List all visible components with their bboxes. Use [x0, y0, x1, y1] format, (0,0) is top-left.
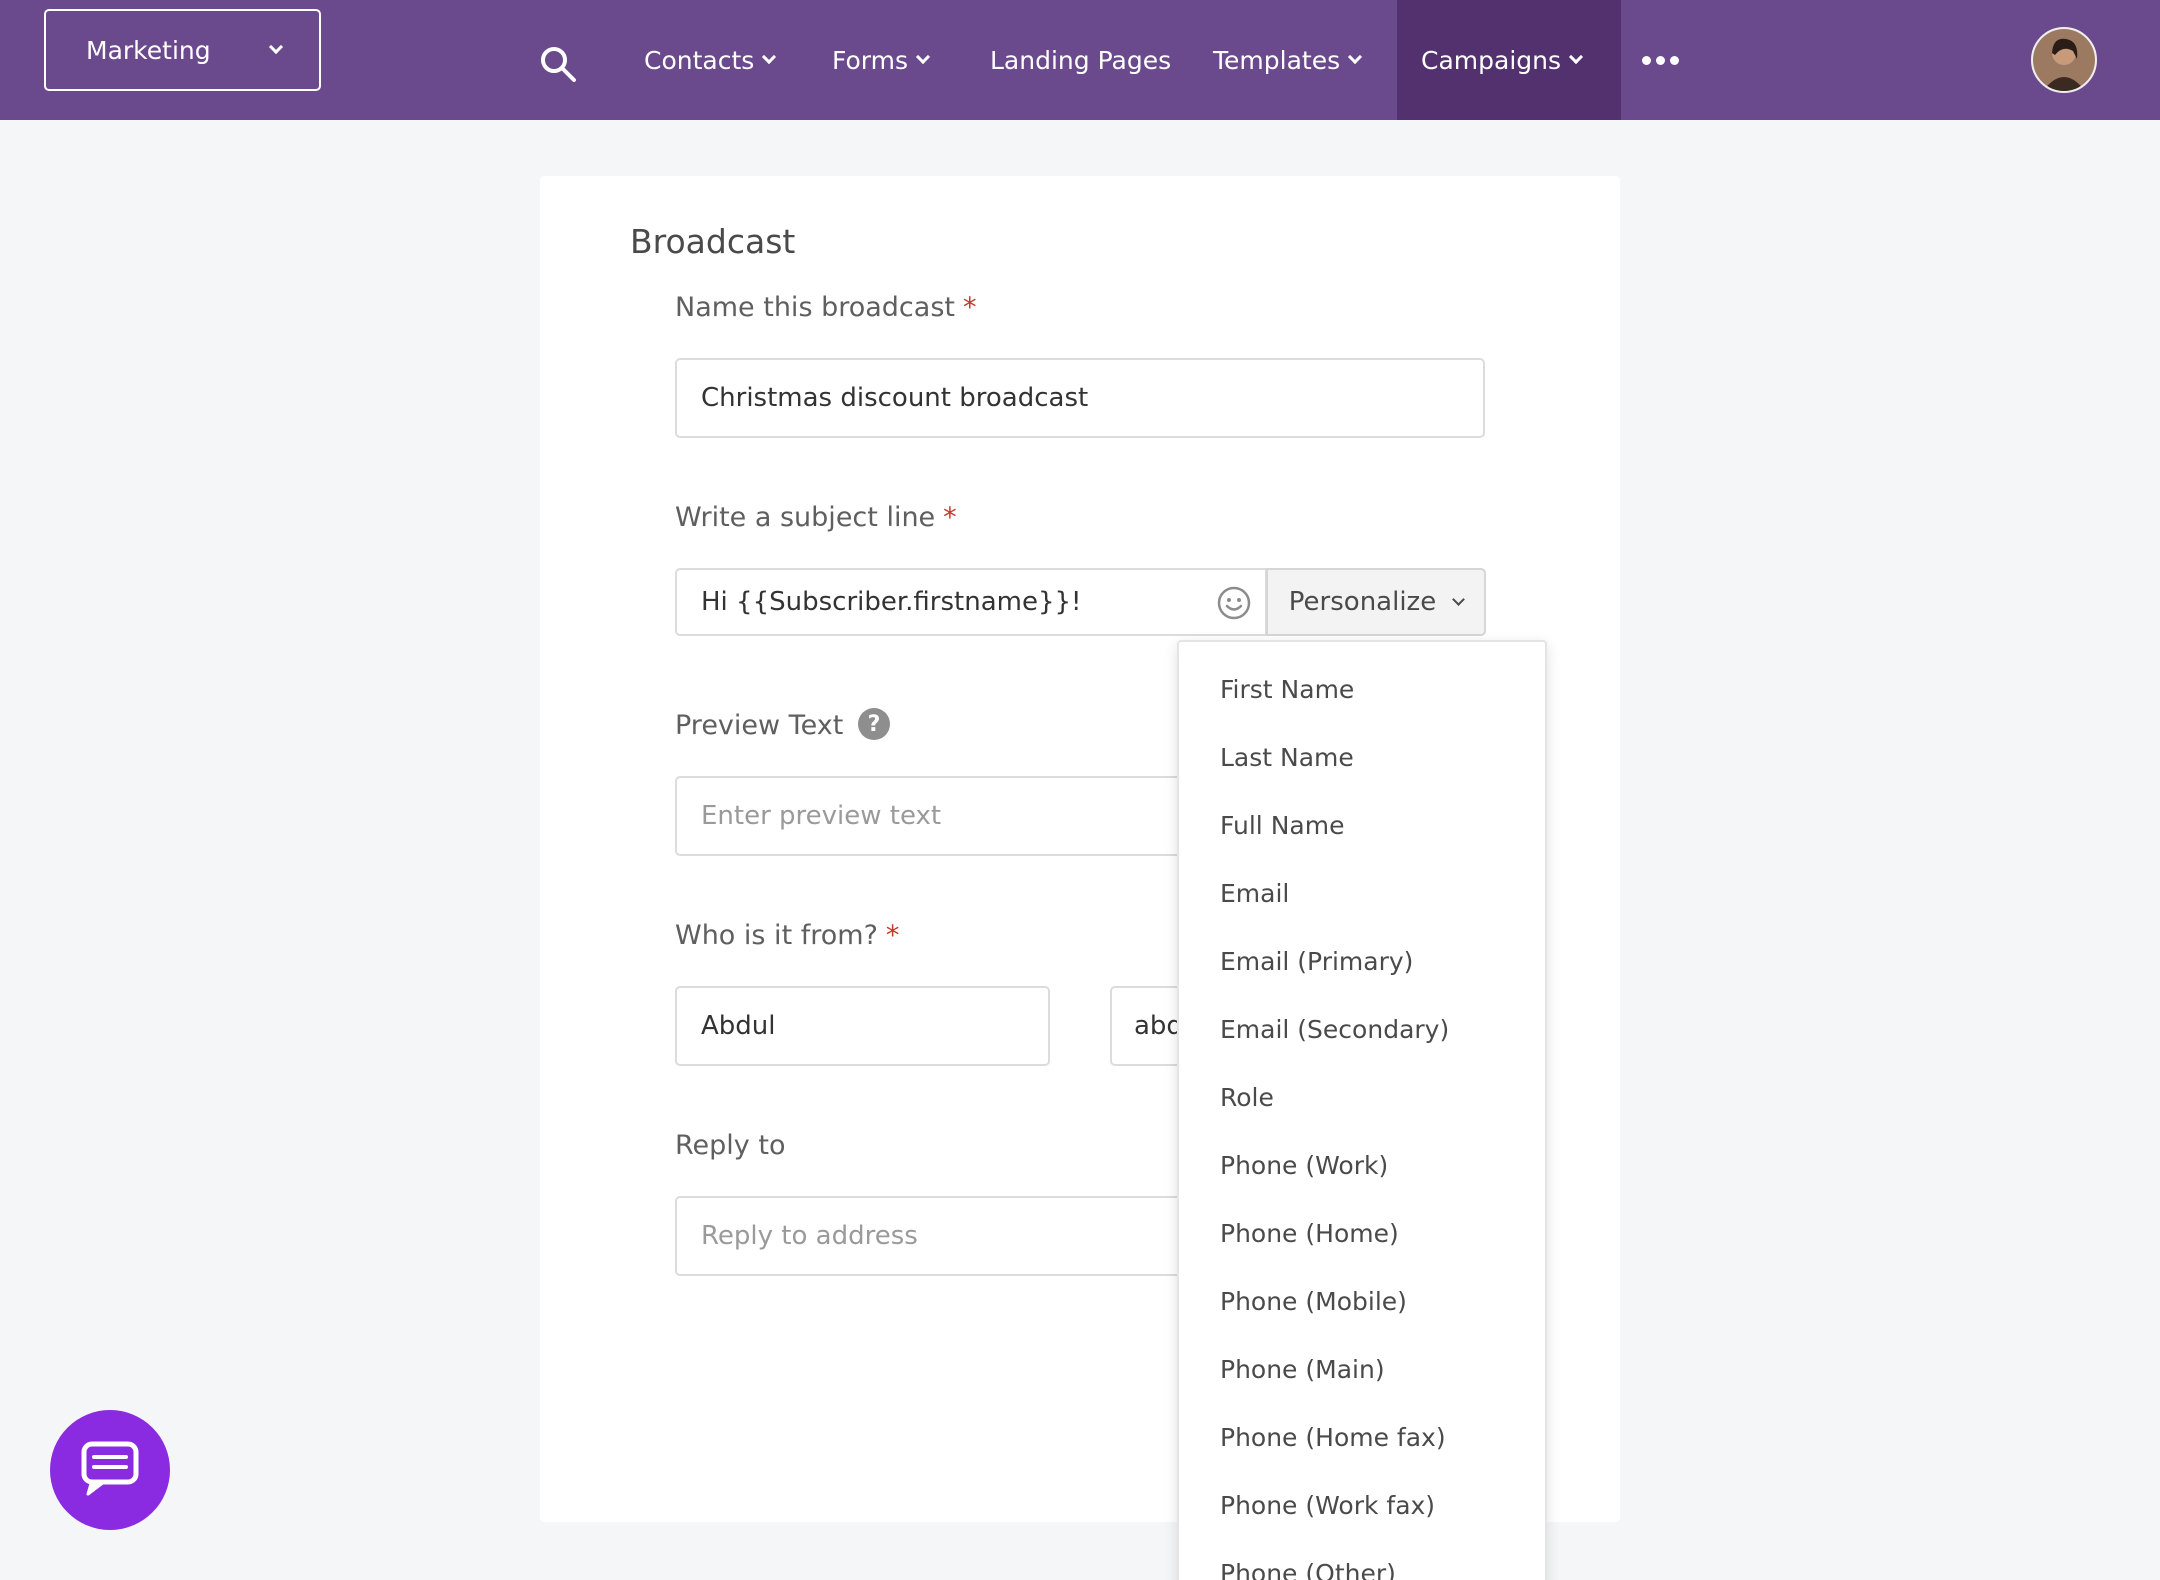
nav-contacts-label: Contacts: [644, 45, 755, 75]
menu-item-phone-work-fax[interactable]: Phone (Work fax): [1220, 1491, 1435, 1520]
preview-text-input[interactable]: [675, 776, 1195, 856]
more-options-icon[interactable]: [1642, 56, 1679, 65]
subject-label: Write a subject line *: [675, 502, 957, 533]
menu-item-phone-home[interactable]: Phone (Home): [1220, 1219, 1399, 1248]
nav-templates-label: Templates: [1213, 45, 1341, 75]
section-title: Broadcast: [630, 222, 796, 261]
required-mark: *: [943, 502, 957, 533]
nav-forms[interactable]: Forms: [832, 0, 931, 120]
required-mark: *: [962, 292, 977, 323]
search-icon[interactable]: [538, 44, 578, 84]
menu-item-phone-main[interactable]: Phone (Main): [1220, 1355, 1385, 1384]
user-avatar[interactable]: [2031, 27, 2097, 93]
nav-forms-label: Forms: [832, 45, 909, 75]
avatar-image: [2033, 29, 2095, 91]
nav-landing-pages[interactable]: Landing Pages: [990, 0, 1171, 120]
help-icon[interactable]: ?: [858, 708, 890, 740]
required-mark: *: [885, 920, 900, 951]
menu-item-first-name[interactable]: First Name: [1220, 675, 1354, 704]
chat-button[interactable]: [50, 1410, 170, 1530]
menu-item-phone-other[interactable]: Phone (Other): [1220, 1559, 1396, 1580]
workspace-label: Marketing: [86, 35, 211, 65]
subject-line-input[interactable]: [675, 568, 1267, 636]
emoji-icon[interactable]: [1216, 585, 1252, 621]
name-label: Name this broadcast *: [675, 292, 977, 323]
chevron-down-icon: [762, 49, 777, 65]
chevron-down-icon: [1568, 49, 1584, 65]
nav-landing-pages-label: Landing Pages: [990, 45, 1172, 75]
nav-campaigns-label: Campaigns: [1421, 45, 1562, 75]
menu-item-email-secondary[interactable]: Email (Secondary): [1220, 1015, 1449, 1044]
page: Marketing Contacts Forms Landing Pages T…: [0, 0, 2160, 1580]
personalize-label: Personalize: [1288, 587, 1437, 617]
from-label: Who is it from? *: [675, 920, 900, 951]
from-name-input[interactable]: [675, 986, 1050, 1066]
preview-text-label: Preview Text: [675, 710, 844, 741]
chevron-down-icon: [268, 39, 284, 55]
chevron-down-icon: [915, 49, 931, 65]
menu-item-full-name[interactable]: Full Name: [1220, 811, 1344, 840]
chat-bubble-icon: [81, 1441, 139, 1496]
menu-item-role[interactable]: Role: [1220, 1083, 1274, 1112]
menu-item-email-primary[interactable]: Email (Primary): [1220, 947, 1413, 976]
menu-item-last-name[interactable]: Last Name: [1220, 743, 1354, 772]
personalize-dropdown: First Name Last Name Full Name Email Ema…: [1177, 640, 1547, 1580]
menu-item-phone-work[interactable]: Phone (Work): [1220, 1151, 1388, 1180]
menu-item-phone-mobile[interactable]: Phone (Mobile): [1220, 1287, 1407, 1316]
broadcast-name-input[interactable]: [675, 358, 1485, 438]
chevron-down-icon: [1348, 49, 1363, 65]
menu-item-phone-home-fax[interactable]: Phone (Home fax): [1220, 1423, 1446, 1452]
workspace-selector[interactable]: Marketing: [44, 9, 321, 91]
nav-campaigns[interactable]: Campaigns: [1397, 0, 1621, 120]
reply-to-input[interactable]: [675, 1196, 1195, 1276]
reply-to-label: Reply to: [675, 1130, 786, 1161]
personalize-button[interactable]: Personalize: [1266, 568, 1486, 636]
top-navigation-bar: Marketing Contacts Forms Landing Pages T…: [0, 0, 2160, 120]
menu-item-email[interactable]: Email: [1220, 879, 1289, 908]
nav-templates[interactable]: Templates: [1213, 0, 1363, 120]
nav-contacts[interactable]: Contacts: [644, 0, 777, 120]
chevron-down-icon: [1452, 592, 1466, 606]
